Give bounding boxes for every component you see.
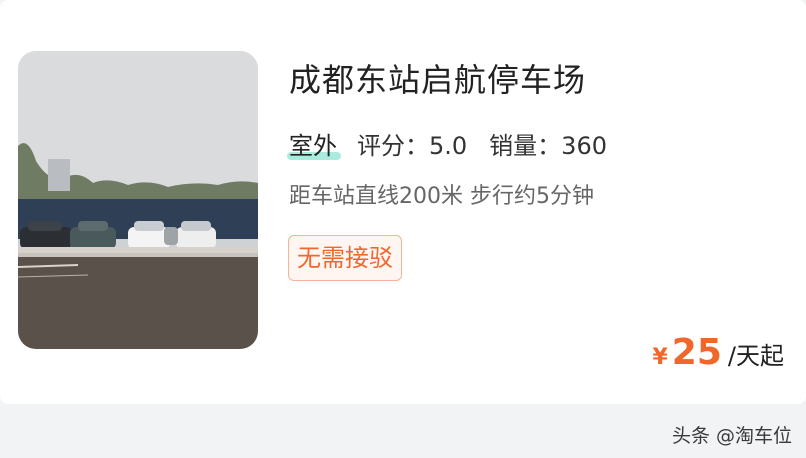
price-currency: ¥ <box>652 345 668 370</box>
parking-lot-title[interactable]: 成都东站启航停车场 <box>289 55 586 101</box>
listing-meta: 室外 评分：5.0 销量：360 <box>287 126 629 161</box>
no-shuttle-badge: 无需接驳 <box>288 235 402 281</box>
distance-text: 距车站直线200米 步行约5分钟 <box>289 184 594 209</box>
parking-lot-photo[interactable] <box>18 51 258 349</box>
sales-text: 销量：360 <box>489 132 607 160</box>
location-type-tag: 室外 <box>287 126 341 161</box>
page: 成都东站启航停车场 室外 评分：5.0 销量：360 距车站直线200米 步行约… <box>0 0 806 458</box>
source-watermark: 头条 @淘车位 <box>671 425 792 447</box>
location-type-label: 室外 <box>289 132 337 160</box>
price-unit: /天起 <box>727 342 784 370</box>
price-value: 25 <box>671 332 722 373</box>
rating-text: 评分：5.0 <box>357 132 468 160</box>
parking-lot-card[interactable]: 成都东站启航停车场 室外 评分：5.0 销量：360 距车站直线200米 步行约… <box>0 0 806 404</box>
price: ¥ 25 /天起 <box>652 332 784 373</box>
